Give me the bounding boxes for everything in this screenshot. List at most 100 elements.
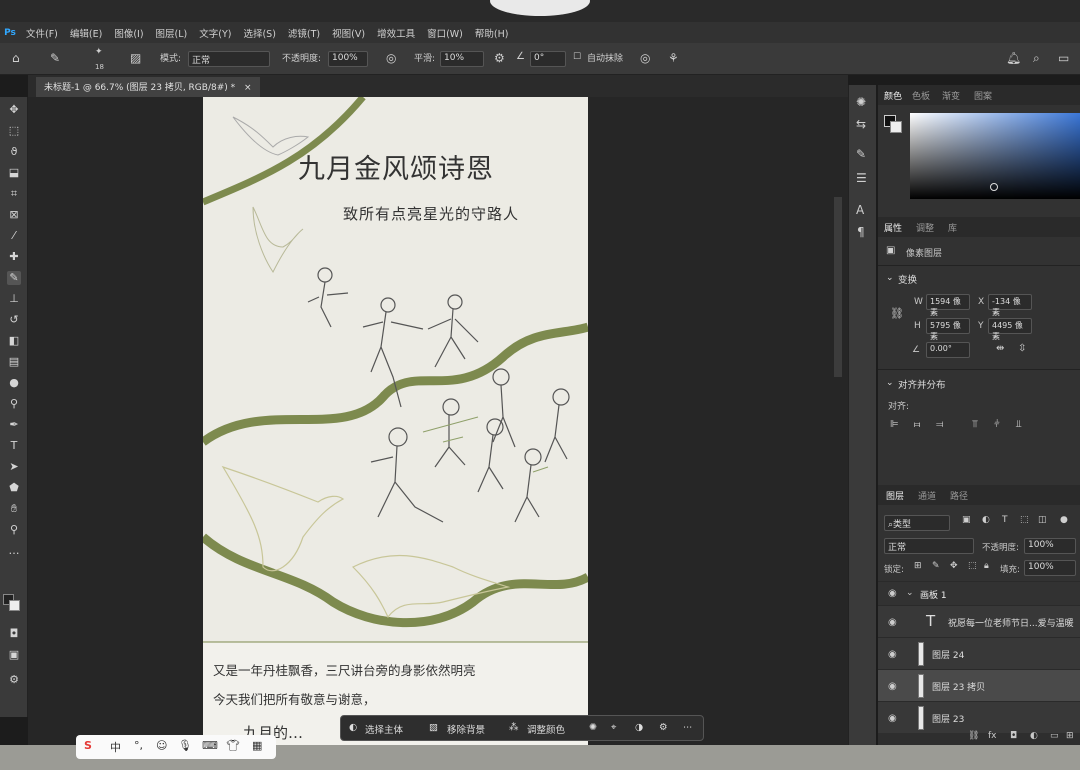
menu-filter[interactable]: 滤镜(T) [282,26,326,40]
symmetry-icon[interactable]: ⚘ [668,51,679,65]
gear-icon[interactable]: ⚙ [494,51,505,65]
align-heading[interactable]: 对齐并分布 [898,377,946,391]
zoom-tool-icon[interactable]: ⚲ [7,523,21,537]
brush-panel-icon[interactable]: ▨ [130,51,141,65]
brush-size-icon[interactable]: ✦ [95,47,103,57]
marquee-tool-icon[interactable]: ⬚ [7,124,21,138]
keyboard-icon[interactable]: ⌨ [202,739,218,752]
remove-bg-icon[interactable]: ▧ [429,722,438,733]
lasso-tool-icon[interactable]: ϑ [7,145,21,159]
remove-background-button[interactable]: 移除背景 [447,722,485,736]
link-icon[interactable]: ⛓ [890,307,904,320]
path-select-icon[interactable]: ➤ [7,460,21,474]
menu-type[interactable]: 文字(Y) [193,26,237,40]
align-chevron-icon[interactable]: ⌄ [886,378,894,388]
tab-color[interactable]: 颜色 [884,89,902,102]
sogou-logo-icon[interactable]: S [84,739,92,752]
opacity-field[interactable]: 100% [328,51,368,67]
vertical-scrollbar[interactable] [834,197,842,377]
tab-swatches[interactable]: 色板 [912,89,930,102]
eye-icon[interactable]: ◉ [888,681,897,692]
adjustments-icon[interactable]: ✺ [856,95,866,109]
fx-icon[interactable]: fx [988,731,997,741]
width-field[interactable]: 1594 像素 [926,294,970,317]
emoji-icon[interactable]: ☺ [156,739,167,752]
screen-mode-icon[interactable]: ▣ [7,648,21,662]
tab-gradients[interactable]: 渐变 [942,89,960,102]
menu-image[interactable]: 图像(I) [108,26,149,40]
paragraph-icon[interactable]: ¶ [857,225,865,239]
menu-edit[interactable]: 编辑(E) [64,26,108,40]
settings-icon[interactable]: ⚙ [659,722,668,733]
menu-help[interactable]: 帮助(H) [469,26,515,40]
blend-mode-select[interactable]: 正常 [884,538,974,554]
type-tool-icon[interactable]: T [7,439,21,453]
lock-position-icon[interactable]: ✥ [950,561,958,571]
y-field[interactable]: 4495 像素 [988,318,1032,341]
pressure-size-icon[interactable]: ◎ [640,51,650,65]
shape-tool-icon[interactable]: ⬟ [7,481,21,495]
fill-field[interactable]: 100% [1024,560,1076,576]
lock-all-icon[interactable]: 🔒︎ [984,561,989,571]
align-bottom-icon[interactable]: ⫫ [1016,419,1022,430]
history-brush-icon[interactable]: ↺ [7,313,21,327]
new-group-icon[interactable]: ▭ [1050,731,1059,741]
auto-erase-checkbox[interactable]: ☐ [573,52,581,62]
menu-view[interactable]: 视图(V) [326,26,371,40]
ime-language-toggle[interactable]: 中 [110,739,121,755]
punctuation-icon[interactable]: °, [134,739,143,752]
angle-field[interactable]: 0° [530,51,566,67]
stamp-tool-icon[interactable]: ⊥ [7,292,21,306]
toolbox-icon[interactable]: ▦ [252,739,262,752]
dodge-tool-icon[interactable]: ⚲ [7,397,21,411]
workspace-icon[interactable]: ▭ [1058,51,1069,65]
tab-layers[interactable]: 图层 [886,489,904,502]
brush-preset-icon[interactable]: ✎ [50,51,60,65]
align-right-icon[interactable]: ⫤ [936,419,944,430]
select-subject-button[interactable]: 选择主体 [365,722,403,736]
menu-layer[interactable]: 图层(L) [150,26,194,40]
adjust-color-button[interactable]: 调整颜色 [527,722,565,736]
eye-icon[interactable]: ◉ [888,617,897,628]
layer-row-selected[interactable]: ◉ 图层 23 拷贝 [878,669,1080,701]
character-icon[interactable]: A [856,203,864,217]
eye-icon[interactable]: ◉ [888,713,897,724]
crop-tool-icon[interactable]: ⌗ [7,187,21,201]
move-tool-icon[interactable]: ✥ [7,103,21,117]
search-icon[interactable]: ⌕ [1033,51,1040,66]
sliders-icon[interactable]: ☰ [856,171,867,185]
x-field[interactable]: -134 像素 [988,294,1032,317]
frame-tool-icon[interactable]: ⊠ [7,208,21,222]
bell-icon[interactable]: 🔔︎ [1006,51,1021,65]
transform-heading[interactable]: 变换 [898,272,917,286]
align-top-icon[interactable]: ⫪ [972,419,978,430]
pressure-opacity-icon[interactable]: ◎ [386,51,396,65]
eyedropper-icon[interactable]: ⁄ [7,229,21,243]
height-field[interactable]: 5795 像素 [926,318,970,341]
canvas-document[interactable]: 九月金风颂诗恩 致所有点亮星光的守路人 又是一年丹桂飘香，三尺讲台旁的身影依然明… [203,97,588,747]
flip-horizontal-icon[interactable]: ⇹ [996,343,1004,354]
pen-tool-icon[interactable]: ✒ [7,418,21,432]
tab-adjustments[interactable]: 调整 [916,221,934,234]
bg-color-chip[interactable] [890,121,902,133]
mask-icon[interactable]: ◘ [1010,731,1017,741]
healing-brush-icon[interactable]: ✚ [7,250,21,264]
menu-file[interactable]: 文件(F) [20,26,64,40]
link-layers-icon[interactable]: ⛓ [968,731,979,741]
hand-tool-icon[interactable]: ✋︎ [7,502,21,516]
tab-paths[interactable]: 路径 [950,489,968,502]
layer-row[interactable]: ◉ 图层 23 [878,701,1080,733]
eye-icon[interactable]: ◉ [888,649,897,660]
gradient-tool-icon[interactable]: ▤ [7,355,21,369]
quick-mask-icon[interactable]: ◘ [7,627,21,641]
eraser-tool-icon[interactable]: ◧ [7,334,21,348]
lock-pixels-icon[interactable]: ✎ [932,561,940,571]
brush-tool-icon[interactable]: ✎ [7,271,21,285]
flip-vertical-icon[interactable]: ⇳ [1018,343,1026,354]
layer-row[interactable]: ◉ 图层 24 [878,637,1080,669]
menu-select[interactable]: 选择(S) [237,26,281,40]
close-icon[interactable]: × [244,83,252,93]
skin-icon[interactable]: 👕︎ [226,739,240,752]
align-left-icon[interactable]: ⊫ [890,419,899,430]
lock-transparent-icon[interactable]: ⊞ [914,561,922,571]
